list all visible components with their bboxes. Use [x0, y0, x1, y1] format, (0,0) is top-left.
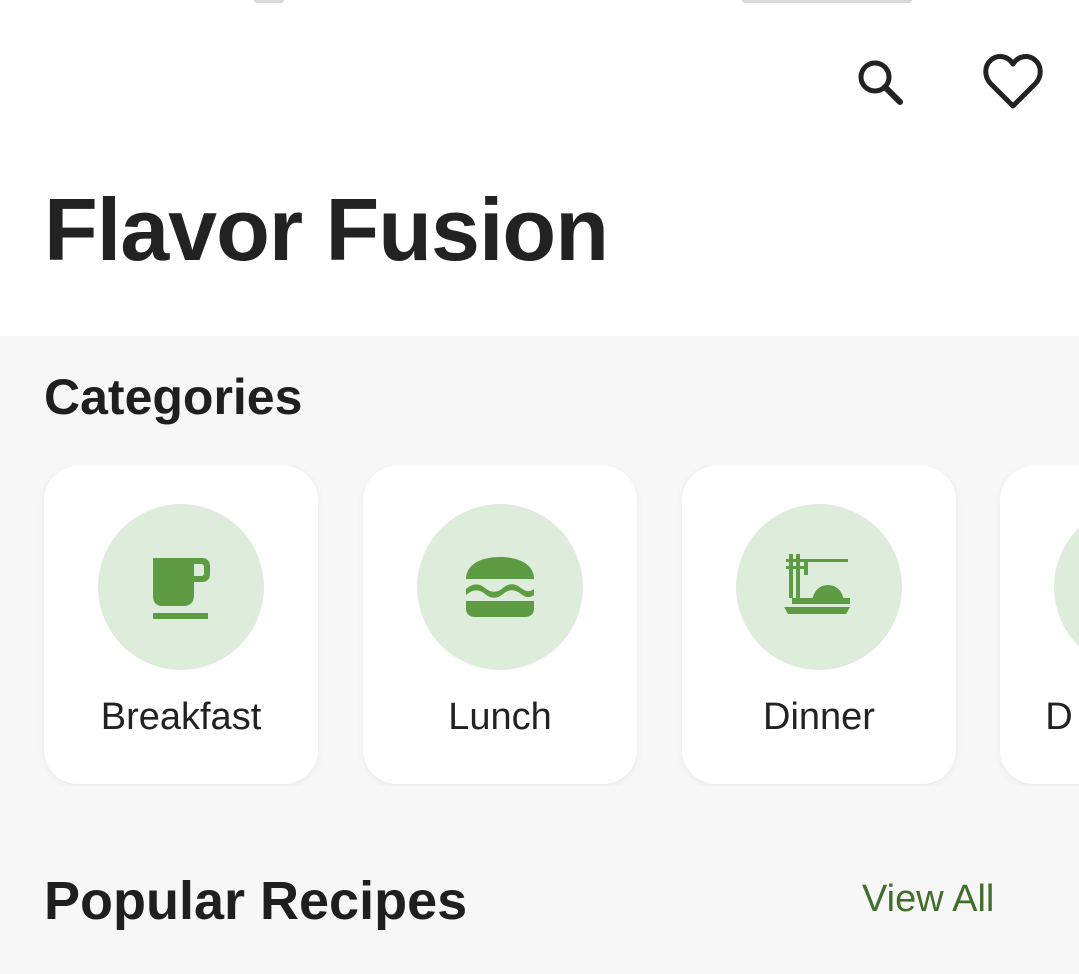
search-icon [858, 60, 903, 105]
app-header: Flavor Fusion [0, 0, 1079, 336]
category-icon-circle [1054, 504, 1079, 670]
burger-icon [466, 557, 534, 617]
category-icon-circle [736, 504, 902, 670]
category-label: Breakfast [100, 696, 262, 738]
category-card-breakfast[interactable]: Breakfast [44, 466, 318, 784]
category-card-lunch[interactable]: Lunch [363, 466, 637, 784]
search-button[interactable] [848, 50, 912, 114]
category-card-partial[interactable]: D [1000, 466, 1079, 784]
category-list[interactable]: Breakfast Lunch Dinner D [0, 466, 1079, 786]
favorites-button[interactable] [981, 50, 1045, 114]
status-bar-remnant [0, 0, 1079, 6]
categories-title: Categories [44, 369, 303, 425]
heart-outline-icon [983, 54, 1043, 109]
coffee-cup-icon [153, 558, 210, 619]
page-title: Flavor Fusion [44, 180, 609, 279]
popular-recipes-title: Popular Recipes [44, 871, 468, 931]
category-label: Dinner [763, 696, 875, 738]
category-label: Lunch [448, 696, 552, 738]
category-icon-circle [417, 504, 583, 670]
category-icon-circle [98, 504, 264, 670]
category-label: D [1045, 696, 1073, 738]
dinner-plate-icon [784, 554, 850, 614]
view-all-link[interactable]: View All [862, 880, 994, 918]
category-card-dinner[interactable]: Dinner [682, 466, 956, 784]
